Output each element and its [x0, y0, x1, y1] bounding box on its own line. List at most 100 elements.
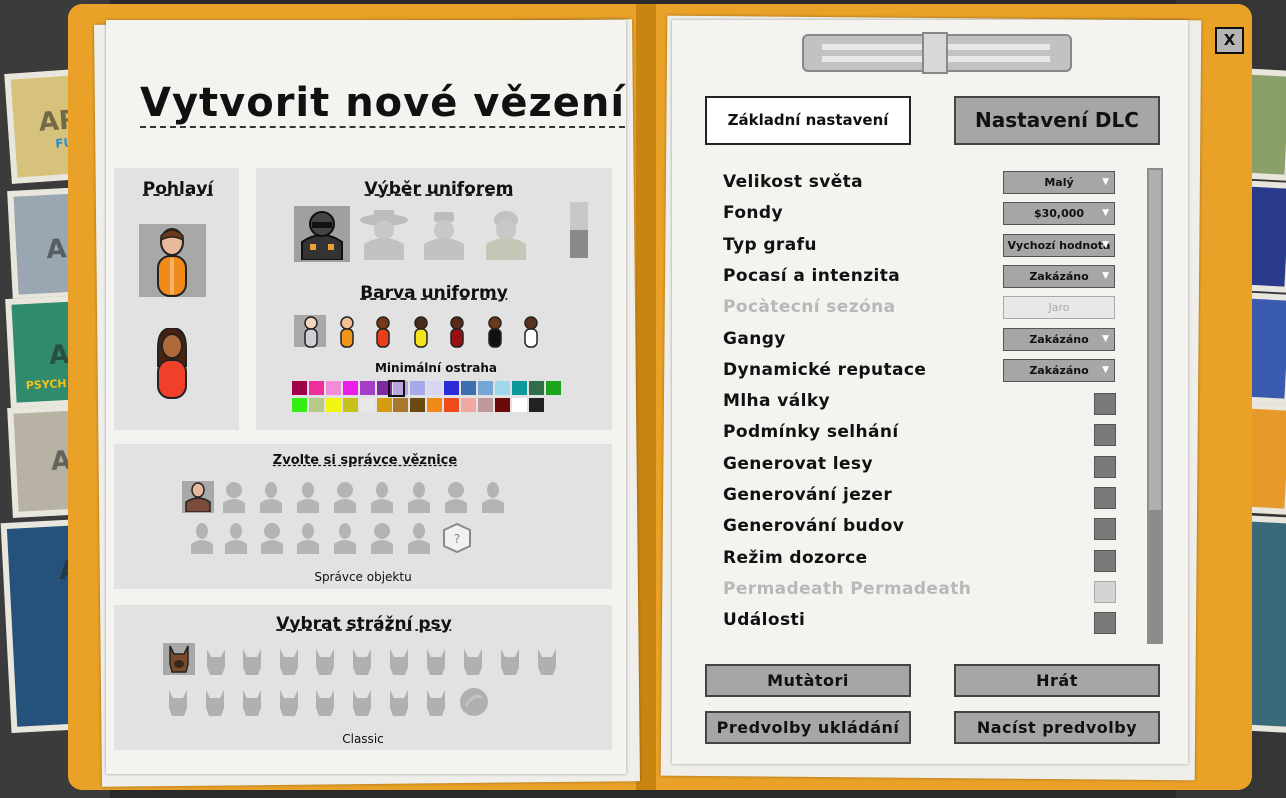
- color-swatch[interactable]: [359, 381, 375, 395]
- dog-option-icon[interactable]: [386, 645, 412, 677]
- warden-option-icon[interactable]: [258, 522, 286, 554]
- color-swatch[interactable]: [410, 381, 426, 395]
- color-swatch[interactable]: [444, 398, 460, 412]
- setting-checkbox[interactable]: [1094, 612, 1116, 635]
- color-swatch[interactable]: [325, 381, 341, 395]
- play-button[interactable]: Hrát: [954, 664, 1160, 697]
- dog-option-icon[interactable]: [165, 686, 191, 718]
- dog-option-icon[interactable]: [312, 686, 338, 718]
- color-swatch[interactable]: [342, 398, 358, 412]
- police-uniform-icon[interactable]: [418, 208, 470, 260]
- setting-checkbox[interactable]: [1094, 393, 1116, 416]
- setting-dropdown[interactable]: Malý ▼: [1003, 171, 1115, 194]
- tab-dlc-settings[interactable]: Nastavení DLC: [954, 96, 1160, 145]
- warden-option-icon[interactable]: [368, 522, 396, 554]
- male-prisoner-icon[interactable]: [150, 226, 194, 298]
- warden-option-icon[interactable]: [405, 481, 433, 513]
- color-swatch[interactable]: [511, 398, 527, 412]
- dog-option-icon[interactable]: [276, 645, 302, 677]
- color-swatch[interactable]: [410, 398, 426, 412]
- prisoner-skin-4-icon[interactable]: [412, 316, 430, 348]
- color-swatch[interactable]: [427, 381, 443, 395]
- female-prisoner-icon[interactable]: [150, 328, 194, 400]
- dog-option-icon[interactable]: [239, 686, 265, 718]
- prisoner-skin-5-icon[interactable]: [448, 316, 466, 348]
- warden-option-icon[interactable]: [479, 481, 507, 513]
- warden-option-icon[interactable]: [294, 522, 322, 554]
- color-swatch[interactable]: [461, 381, 476, 395]
- setting-dropdown[interactable]: $30,000 ▼: [1003, 202, 1115, 226]
- dog-option-icon[interactable]: [386, 686, 412, 718]
- setting-checkbox[interactable]: [1094, 580, 1116, 603]
- color-swatch[interactable]: [477, 381, 493, 395]
- warden-option-icon[interactable]: [405, 522, 433, 554]
- color-swatch[interactable]: [292, 398, 307, 412]
- color-swatch[interactable]: [494, 398, 510, 412]
- cowboy-uniform-icon[interactable]: [358, 208, 410, 260]
- close-button[interactable]: X: [1215, 27, 1244, 54]
- prisoner-skin-1-icon[interactable]: [302, 316, 320, 348]
- color-swatch[interactable]: [545, 381, 561, 395]
- color-swatch[interactable]: [308, 381, 324, 395]
- prisoner-skin-2-icon[interactable]: [338, 316, 356, 348]
- dog-option-icon[interactable]: [312, 645, 338, 677]
- color-swatch[interactable]: [427, 398, 443, 412]
- color-swatch[interactable]: [393, 398, 409, 412]
- color-swatch[interactable]: [528, 381, 544, 395]
- warden-option-icon[interactable]: [222, 522, 250, 554]
- setting-checkbox[interactable]: [1094, 424, 1116, 447]
- color-swatch[interactable]: [376, 398, 392, 412]
- dog-option-icon[interactable]: [497, 645, 523, 677]
- color-swatch[interactable]: [461, 398, 476, 412]
- uniform-scroll-thumb[interactable]: [570, 202, 588, 230]
- load-presets-button[interactable]: Nacíst predvolby: [954, 711, 1160, 744]
- setting-checkbox[interactable]: [1094, 549, 1116, 572]
- dog-ball-icon[interactable]: [458, 686, 490, 718]
- dog-option-icon[interactable]: [460, 645, 486, 677]
- save-presets-button[interactable]: Predvolby ukládání: [705, 711, 911, 744]
- warden-option-icon[interactable]: [188, 522, 216, 554]
- setting-dropdown[interactable]: Zakázáno ▼: [1003, 327, 1115, 351]
- uniform-scrollbar[interactable]: [570, 202, 588, 258]
- color-swatch[interactable]: [359, 398, 375, 412]
- dog-option-icon[interactable]: [276, 686, 302, 718]
- warden-option-icon[interactable]: [331, 522, 359, 554]
- setting-checkbox[interactable]: [1094, 487, 1116, 509]
- setting-checkbox[interactable]: [1094, 455, 1116, 478]
- color-swatch[interactable]: [477, 398, 493, 412]
- prisoner-skin-7-icon[interactable]: [522, 316, 540, 348]
- warden-1-icon[interactable]: [184, 482, 212, 512]
- color-swatch[interactable]: [511, 381, 527, 395]
- swat-uniform-icon[interactable]: [296, 208, 348, 260]
- dog-option-icon[interactable]: [349, 686, 375, 718]
- warden-option-icon[interactable]: [220, 481, 248, 513]
- color-swatch[interactable]: [444, 381, 460, 395]
- warden-option-icon[interactable]: [331, 481, 359, 513]
- dog-option-icon[interactable]: [203, 645, 229, 677]
- mutators-button[interactable]: Mutàtori: [705, 664, 911, 697]
- dog-option-icon[interactable]: [349, 645, 375, 677]
- prisoner-skin-6-icon[interactable]: [486, 316, 504, 348]
- color-swatch[interactable]: [494, 381, 510, 395]
- dog-option-icon[interactable]: [534, 645, 560, 677]
- tab-basic-settings[interactable]: Základní nastavení: [705, 96, 911, 145]
- dog-option-icon[interactable]: [202, 686, 228, 718]
- dog-option-icon[interactable]: [423, 645, 449, 677]
- random-dice-icon[interactable]: ?: [442, 522, 472, 554]
- color-swatch[interactable]: [292, 381, 307, 395]
- setting-dropdown[interactable]: Zakázáno ▼: [1003, 264, 1115, 288]
- color-swatch[interactable]: [325, 398, 341, 412]
- color-swatch[interactable]: [308, 398, 324, 412]
- prisoner-skin-3-icon[interactable]: [374, 316, 392, 348]
- setting-dropdown[interactable]: Jaro: [1003, 296, 1115, 320]
- dog-1-icon[interactable]: [166, 644, 192, 674]
- soldier-uniform-icon[interactable]: [480, 208, 532, 260]
- color-swatch[interactable]: [528, 398, 544, 412]
- warden-option-icon[interactable]: [294, 481, 322, 513]
- dog-option-icon[interactable]: [423, 686, 449, 718]
- setting-checkbox[interactable]: [1094, 518, 1116, 541]
- warden-option-icon[interactable]: [442, 481, 470, 513]
- setting-dropdown[interactable]: Zakázáno ▼: [1003, 358, 1115, 382]
- warden-option-icon[interactable]: [368, 481, 396, 513]
- dog-option-icon[interactable]: [239, 645, 265, 677]
